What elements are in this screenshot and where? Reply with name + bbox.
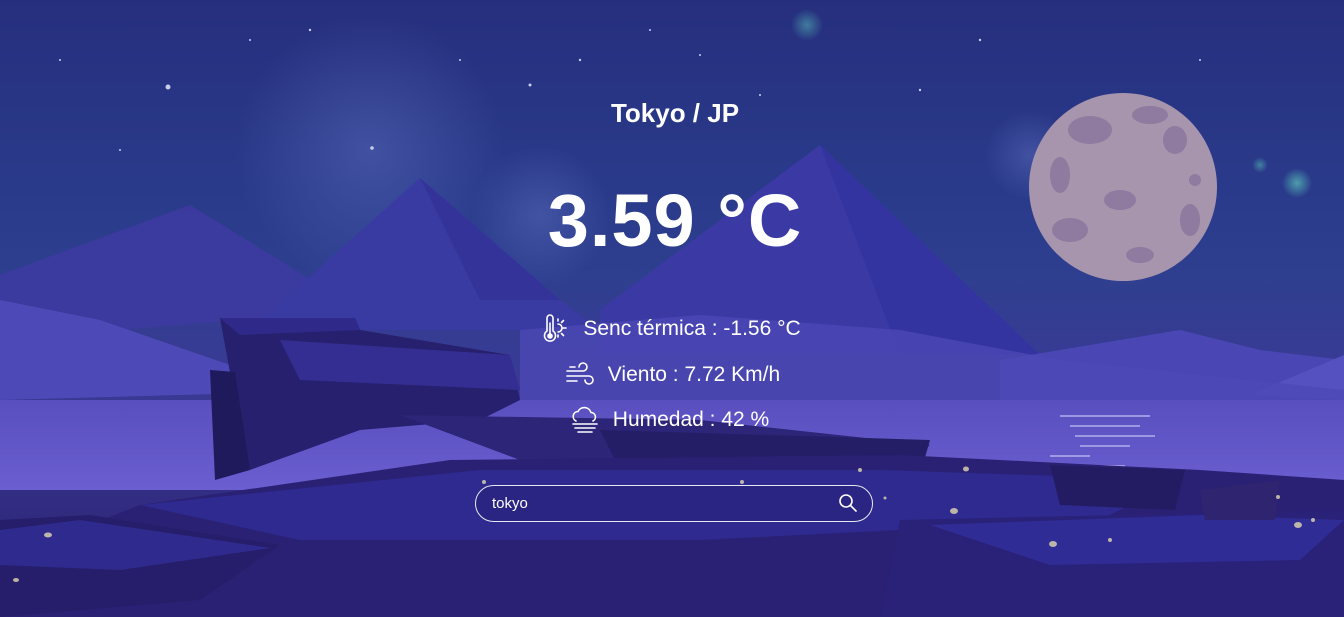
cloud-fog-icon [571,406,598,433]
wind-row: Viento : 7.72 Km/h [0,359,1344,391]
wind-text: Viento : 7.72 Km/h [607,363,781,386]
weather-app: Tokyo / JP 3.59 °C Senc térmica : -1.56 … [0,0,1344,617]
thermometer-sun-icon [544,314,568,342]
humidity-text: Humedad : 42 % [612,408,770,431]
humidity-row: Humedad : 42 % [0,404,1341,436]
city-search-box [475,485,873,522]
temperature-value: 3.59 °C [547,179,803,262]
feels-like-text: Senc térmica : -1.56 °C [583,317,801,340]
city-search-input[interactable] [492,486,822,520]
wind-icon [565,362,594,385]
search-icon[interactable] [838,493,858,513]
feels-like-row: Senc térmica : -1.56 °C [0,313,1342,345]
location-title: Tokyo / JP [610,98,740,128]
